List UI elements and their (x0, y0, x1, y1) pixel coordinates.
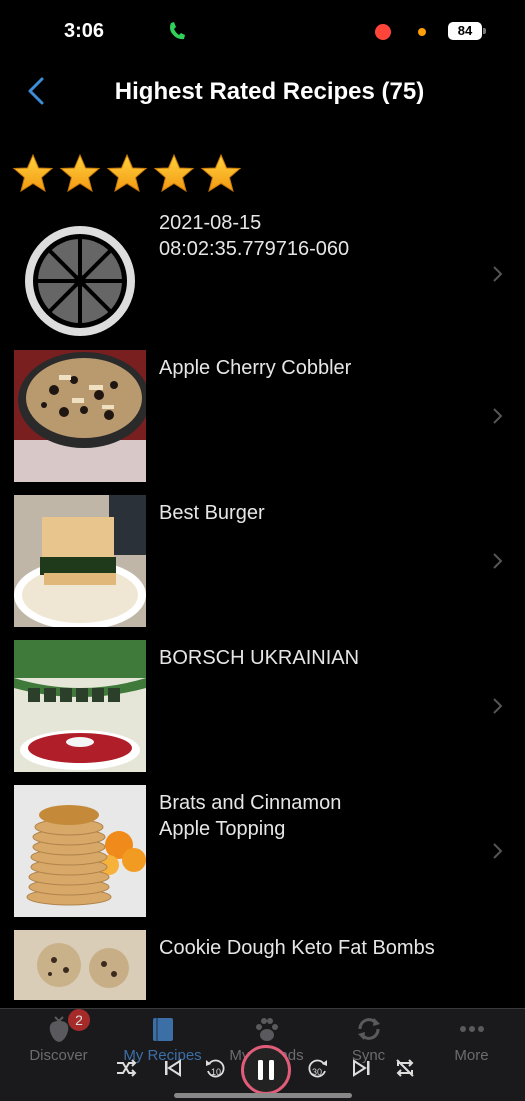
sync-icon (357, 1018, 380, 1040)
list-item[interactable]: BORSCH UKRAINIAN (0, 640, 525, 785)
more-icon (459, 1026, 484, 1032)
paw-icon (255, 1018, 278, 1041)
book-icon (152, 1018, 173, 1041)
recipe-title: Brats and Cinnamon Apple Topping (159, 792, 342, 840)
skip-forward-label: 30 (312, 1067, 322, 1077)
recipe-title: BORSCH UKRAINIAN (159, 647, 360, 669)
status-time: 3:06 (64, 20, 105, 42)
forward-30-icon[interactable]: 30 (306, 1056, 330, 1080)
chevron-right-icon (493, 698, 503, 714)
list-item[interactable]: Brats and Cinnamon Apple Topping (0, 785, 525, 930)
navigation-bar: Highest Rated Recipes (75) (0, 60, 525, 130)
media-controls: 10 30 (0, 1045, 525, 1095)
star-icon (106, 153, 148, 193)
skip-back-label: 10 (211, 1067, 221, 1077)
repeat-off-icon[interactable] (393, 1056, 417, 1080)
previous-icon[interactable] (160, 1056, 184, 1080)
status-bar: 3:06 84 (0, 0, 525, 60)
shuffle-icon[interactable] (114, 1056, 138, 1080)
battery-icon: 84 (448, 22, 482, 40)
phone-icon[interactable] (168, 21, 186, 41)
star-icon (200, 153, 242, 193)
cookie-dough-photo (14, 930, 146, 1000)
list-item[interactable]: 2021-08-15 08:02:35.779716-060 (0, 205, 525, 350)
recipe-title: Best Burger (159, 502, 265, 524)
recording-indicator-icon (375, 24, 391, 40)
borscht-package-photo (14, 640, 146, 772)
star-icon (59, 153, 101, 193)
star-icon (12, 153, 54, 193)
burger-photo (14, 495, 146, 627)
page-title: Highest Rated Recipes (75) (114, 78, 425, 105)
recipe-title: Apple Cherry Cobbler (159, 357, 352, 379)
rewind-10-icon[interactable]: 10 (203, 1056, 227, 1080)
pancakes-photo (14, 785, 146, 917)
chevron-right-icon (493, 553, 503, 569)
battery-tip (483, 28, 486, 34)
next-icon[interactable] (350, 1056, 374, 1080)
recipe-title: Cookie Dough Keto Fat Bombs (159, 937, 435, 959)
placeholder-logo-icon (25, 226, 135, 336)
rating-stars (12, 153, 242, 195)
home-indicator (174, 1093, 352, 1098)
star-icon (153, 153, 195, 193)
cobbler-photo (14, 350, 146, 482)
recipe-list: 2021-08-15 08:02:35.779716-060 Apple Che… (0, 205, 525, 1075)
chevron-right-icon (493, 408, 503, 424)
recipe-title: 2021-08-15 08:02:35.779716-060 (159, 212, 350, 260)
pause-button[interactable] (241, 1045, 291, 1095)
list-item[interactable]: Apple Cherry Cobbler (0, 350, 525, 495)
microphone-indicator-icon (418, 28, 426, 36)
pause-icon (258, 1060, 274, 1080)
notification-badge: 2 (68, 1009, 90, 1031)
chevron-right-icon (493, 843, 503, 859)
list-item[interactable]: Best Burger (0, 495, 525, 640)
chevron-right-icon (493, 266, 503, 282)
